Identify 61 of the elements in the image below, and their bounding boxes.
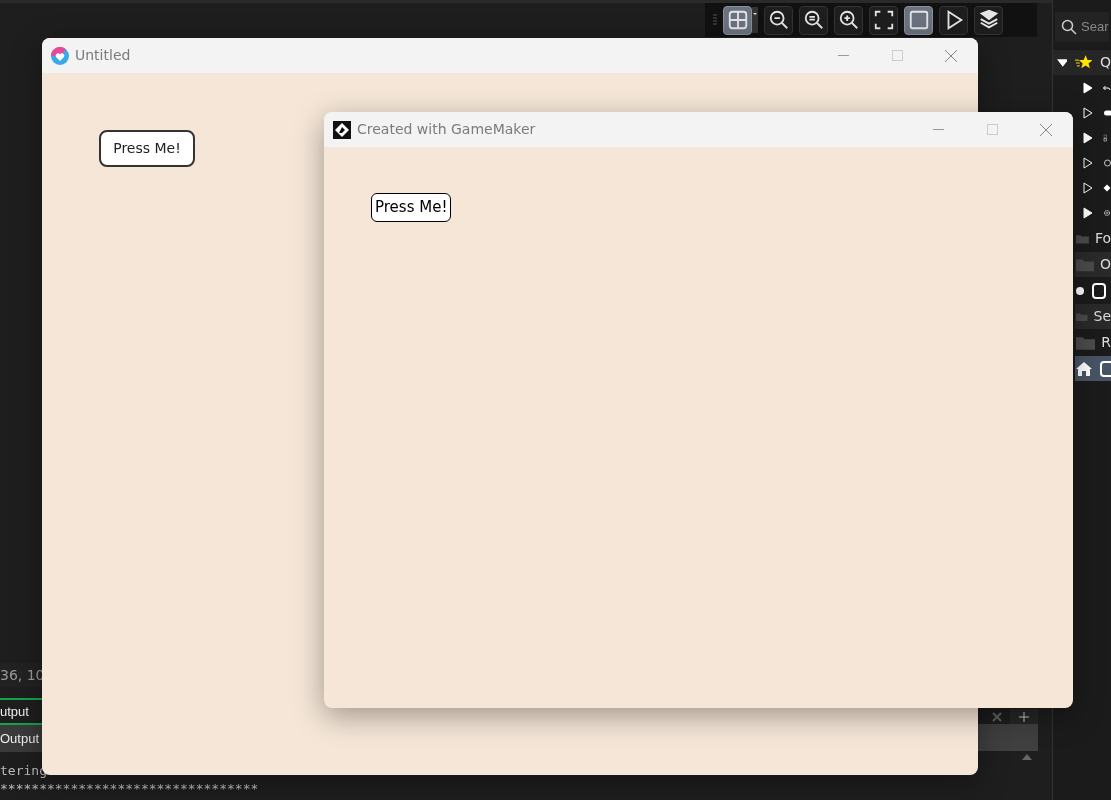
star-icon (1074, 54, 1092, 71)
toolbar-button[interactable] (869, 5, 898, 35)
search-field[interactable]: Sear (1055, 12, 1109, 42)
tree-label: Q (1099, 53, 1111, 72)
gamemaker-logo-icon (333, 120, 351, 139)
zoom-out-icon (767, 9, 790, 31)
folder-icon (1076, 335, 1096, 350)
layers-icon (977, 9, 1000, 31)
expander-icon[interactable] (1083, 106, 1093, 119)
search-icon (1061, 19, 1077, 35)
toolbar-button[interactable] (764, 5, 793, 35)
tree-row[interactable]: Q (1053, 50, 1111, 75)
press-me-button[interactable]: Press Me! (99, 130, 195, 167)
bullet-icon (1076, 286, 1084, 295)
minimize-icon (837, 54, 849, 57)
room-icon (1100, 360, 1111, 377)
toolbar-button[interactable] (974, 5, 1003, 35)
tree-row[interactable] (1075, 356, 1111, 381)
window-title: Created with GameMaker (357, 120, 536, 139)
close-icon (1040, 123, 1052, 136)
output-tab[interactable]: Output (0, 725, 45, 752)
zoom-in-icon (837, 9, 860, 31)
add-tab-icon[interactable] (1010, 709, 1038, 724)
search-input[interactable]: Sear (1081, 17, 1109, 37)
maximize-icon (891, 50, 903, 61)
expander-icon[interactable] (1083, 181, 1093, 194)
fullscreen-icon (872, 9, 895, 31)
home-icon (1076, 361, 1092, 376)
window-title: Untitled (75, 46, 131, 65)
tree-row[interactable]: Se (1075, 304, 1111, 329)
expander-icon[interactable] (1083, 156, 1093, 169)
toolbar-button[interactable] (834, 5, 863, 35)
close-icon (945, 49, 957, 62)
tree-label: O (1099, 255, 1111, 274)
tree-label: Se (1093, 307, 1111, 326)
expander-icon[interactable] (1057, 56, 1067, 69)
toolbar-button[interactable] (904, 5, 933, 35)
folder-icon (1076, 257, 1094, 272)
tree-row[interactable]: O (1075, 252, 1111, 277)
heart-logo-icon (51, 46, 69, 65)
frame-icon (907, 9, 930, 31)
press-me-button[interactable]: Press Me! (371, 193, 452, 222)
maximize-icon (986, 124, 998, 135)
expander-icon[interactable] (1083, 131, 1093, 144)
dropdown-caret-icon[interactable] (752, 7, 758, 33)
toolbar-button[interactable] (723, 5, 752, 35)
object-icon (1092, 282, 1106, 299)
toolbar-button[interactable] (799, 5, 828, 35)
scroll-up-icon[interactable] (1022, 754, 1032, 760)
tree-label: Fo (1094, 229, 1111, 248)
zoom-reset-icon (802, 9, 825, 31)
output-line: ********************************* (0, 780, 259, 798)
expander-icon[interactable] (1083, 206, 1093, 219)
output-header-bar (978, 724, 1038, 751)
output-tab[interactable]: utput (0, 698, 45, 725)
grip-icon (713, 14, 717, 26)
toolbar-button[interactable] (939, 5, 968, 35)
minimize-icon (932, 128, 944, 131)
expander-icon[interactable] (1083, 81, 1093, 94)
grid-icon (726, 9, 749, 31)
tree-label: R (1101, 333, 1111, 352)
